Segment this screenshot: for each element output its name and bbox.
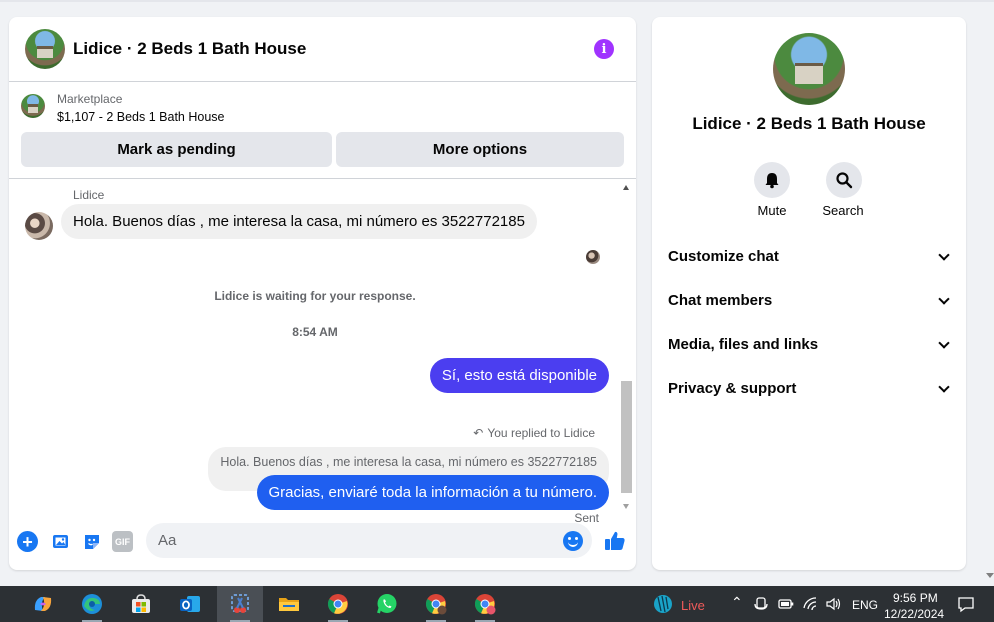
section-customize-chat[interactable]: Customize chat — [668, 248, 952, 265]
meet-now-icon[interactable] — [751, 591, 771, 617]
whatsapp-icon[interactable] — [374, 591, 400, 617]
info-avatar[interactable] — [773, 33, 845, 105]
scroll-up-arrow-icon[interactable] — [623, 185, 629, 190]
more-options-button[interactable]: More options — [336, 132, 624, 167]
chevron-down-icon — [938, 336, 950, 349]
message-timestamp: 8:54 AM — [292, 325, 338, 339]
search-icon — [836, 172, 853, 189]
chrome-profile-icon[interactable] — [423, 591, 449, 617]
listing-card: Marketplace $1,107 - 2 Beds 1 Bath House… — [9, 83, 636, 179]
sender-name: Lidice — [73, 188, 105, 202]
photo-icon[interactable] — [50, 531, 71, 552]
section-label: Customize chat — [668, 248, 779, 265]
weather-live-label[interactable]: Live — [681, 598, 705, 613]
incoming-message[interactable]: Hola. Buenos días , me interesa la casa,… — [61, 204, 537, 239]
chrome-icon[interactable] — [325, 591, 351, 617]
chat-panel: Lidice · 2 Beds 1 Bath House i Marketpla… — [9, 17, 636, 570]
reply-indicator: ↶ You replied to Lidice — [473, 426, 595, 440]
chevron-down-icon — [938, 380, 950, 393]
search-button[interactable] — [826, 162, 862, 198]
store-icon[interactable] — [128, 591, 154, 617]
listing-category: Marketplace — [57, 92, 123, 106]
chevron-down-icon — [938, 248, 950, 261]
section-label: Chat members — [668, 292, 773, 309]
language-indicator[interactable]: ENG — [852, 598, 878, 612]
search-label: Search — [822, 203, 864, 218]
clock-time[interactable]: 9:56 PM — [893, 591, 938, 605]
volume-icon[interactable] — [824, 591, 844, 617]
reply-indicator-label: You replied to Lidice — [487, 426, 595, 440]
sender-avatar[interactable] — [25, 212, 53, 240]
section-label: Privacy & support — [668, 380, 797, 397]
weather-widget-icon[interactable] — [650, 591, 676, 617]
page-scroll-down-icon[interactable] — [986, 573, 994, 578]
clock-date[interactable]: 12/22/2024 — [884, 607, 944, 621]
section-privacy-support[interactable]: Privacy & support — [668, 380, 952, 397]
battery-icon[interactable] — [776, 591, 796, 617]
conversation-info-panel: Lidice · 2 Beds 1 Bath House Mute Search… — [652, 17, 966, 570]
scroll-thumb[interactable] — [621, 381, 632, 493]
chat-header: Lidice · 2 Beds 1 Bath House i — [9, 17, 636, 82]
message-input[interactable] — [146, 523, 592, 558]
info-title: Lidice · 2 Beds 1 Bath House — [692, 114, 926, 133]
sticker-icon[interactable] — [81, 531, 102, 552]
emoji-icon[interactable] — [563, 531, 583, 551]
thumbs-up-icon[interactable] — [603, 529, 627, 553]
scroll-down-arrow-icon[interactable] — [623, 504, 629, 509]
notifications-icon[interactable] — [955, 591, 977, 617]
section-chat-members[interactable]: Chat members — [668, 292, 952, 309]
outlook-icon[interactable] — [177, 591, 203, 617]
copilot-icon[interactable] — [30, 591, 56, 617]
plus-icon[interactable]: + — [17, 531, 38, 552]
message-composer: + GIF — [9, 520, 636, 564]
outgoing-message[interactable]: Sí, esto está disponible — [429, 358, 609, 393]
outgoing-reply-message[interactable]: Gracias, enviaré toda la información a t… — [256, 475, 609, 510]
chrome-profile-2-icon[interactable] — [472, 591, 498, 617]
snipping-tool-icon[interactable] — [227, 591, 253, 617]
waiting-notice: Lidice is waiting for your response. — [214, 289, 416, 303]
edge-icon[interactable] — [79, 591, 105, 617]
gif-icon[interactable]: GIF — [112, 531, 133, 552]
read-receipt-avatar — [586, 250, 600, 264]
windows-taskbar: Live ⌃ ENG 9:56 PM 12/22/2024 — [0, 586, 994, 622]
listing-avatar[interactable] — [25, 29, 65, 69]
section-label: Media, files and links — [668, 336, 819, 353]
message-scrollbar[interactable] — [620, 183, 633, 511]
message-list: Lidice Hola. Buenos días , me interesa l… — [9, 180, 621, 525]
chat-title[interactable]: Lidice · 2 Beds 1 Bath House — [73, 39, 306, 59]
bell-icon — [765, 173, 779, 189]
browser-top-border — [0, 0, 994, 2]
mute-button[interactable] — [754, 162, 790, 198]
mark-as-pending-button[interactable]: Mark as pending — [21, 132, 332, 167]
chevron-down-icon — [938, 292, 950, 305]
section-media-files-links[interactable]: Media, files and links — [668, 336, 952, 353]
info-icon[interactable]: i — [594, 39, 614, 59]
listing-thumbnail[interactable] — [21, 94, 45, 118]
show-hidden-icons-icon[interactable]: ⌃ — [731, 594, 743, 611]
file-explorer-icon[interactable] — [276, 591, 302, 617]
wifi-icon[interactable] — [801, 591, 821, 617]
mute-label: Mute — [757, 203, 787, 218]
reply-arrow-icon: ↶ — [473, 426, 484, 440]
listing-price-title[interactable]: $1,107 - 2 Beds 1 Bath House — [57, 110, 224, 124]
